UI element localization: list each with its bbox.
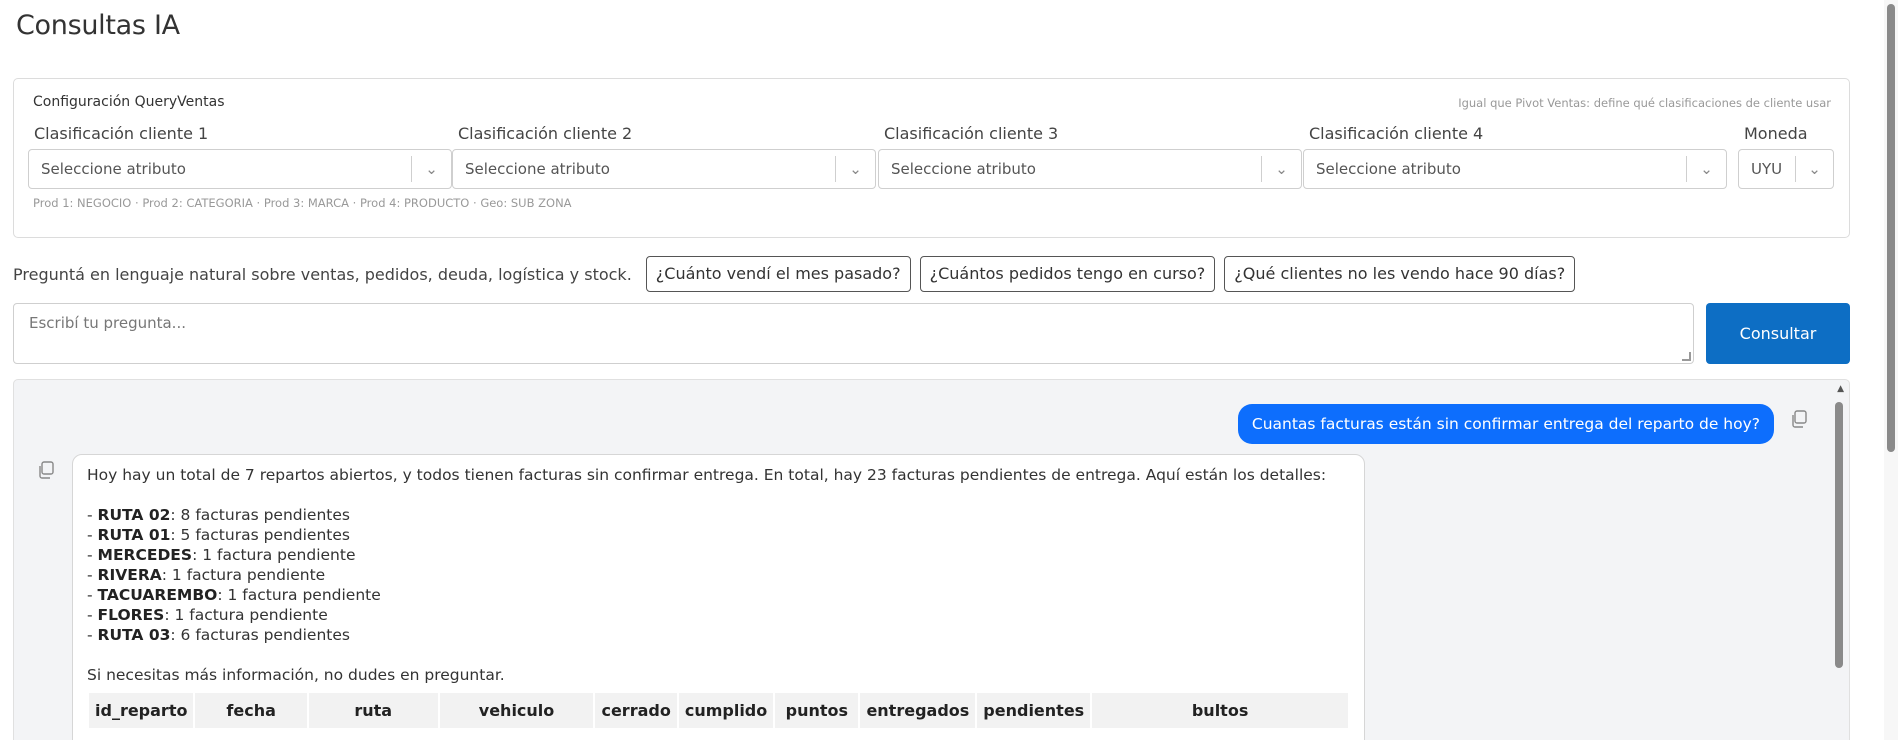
bot-outro: Si necesitas más información, no dudes e… <box>87 666 505 684</box>
suggestion-button-2[interactable]: ¿Cuántos pedidos tengo en curso? <box>919 256 1216 292</box>
clasificacion-4-select[interactable]: Seleccione atributo ⌄ <box>1303 149 1727 189</box>
config-title: Configuración QueryVentas <box>33 94 225 110</box>
prompt-intro: Preguntá en lenguaje natural sobre venta… <box>13 264 632 284</box>
clasificacion-1-select[interactable]: Seleccione atributo ⌄ <box>28 149 452 189</box>
field-label: Moneda <box>1744 124 1808 143</box>
select-value: Seleccione atributo <box>41 160 186 178</box>
chat-scrollbar[interactable] <box>1835 402 1843 668</box>
scroll-up-icon[interactable]: ▲ <box>1837 384 1844 394</box>
resize-handle-icon[interactable] <box>1682 352 1691 361</box>
chat-panel: Cuantas facturas están sin confirmar ent… <box>13 379 1850 740</box>
clasificacion-3-select[interactable]: Seleccione atributo ⌄ <box>878 149 1302 189</box>
config-footer: Prod 1: NEGOCIO · Prod 2: CATEGORIA · Pr… <box>33 196 572 210</box>
field-clasificacion-1: Clasificación cliente 1 Seleccione atrib… <box>28 123 452 189</box>
select-value: Seleccione atributo <box>891 160 1036 178</box>
list-item: - MERCEDES: 1 factura pendiente <box>87 546 356 564</box>
field-label: Clasificación cliente 1 <box>34 124 209 143</box>
copy-icon[interactable] <box>1789 409 1809 429</box>
config-card: Configuración QueryVentas Igual que Pivo… <box>13 78 1850 238</box>
list-item: - RUTA 02: 8 facturas pendientes <box>87 506 350 524</box>
question-input[interactable]: Escribí tu pregunta... <box>13 303 1694 364</box>
suggestion-button-1[interactable]: ¿Cuánto vendí el mes pasado? <box>645 256 911 292</box>
table-header-cell[interactable]: fecha <box>195 693 307 728</box>
table-header-cell[interactable]: entregados <box>860 693 976 728</box>
question-placeholder: Escribí tu pregunta... <box>29 314 186 332</box>
select-value: Seleccione atributo <box>1316 160 1461 178</box>
table-header-row: id_reparto fecha ruta vehiculo cerrado c… <box>89 693 1348 728</box>
chevron-down-icon: ⌄ <box>411 156 451 182</box>
field-moneda: Moneda UYU ⌄ <box>1738 123 1834 189</box>
field-label: Clasificación cliente 3 <box>884 124 1059 143</box>
table-header-cell[interactable]: bultos <box>1092 693 1348 728</box>
clasificacion-2-select[interactable]: Seleccione atributo ⌄ <box>452 149 876 189</box>
select-value: Seleccione atributo <box>465 160 610 178</box>
copy-icon[interactable] <box>36 460 56 480</box>
list-item: - RUTA 01: 5 facturas pendientes <box>87 526 350 544</box>
result-table: id_reparto fecha ruta vehiculo cerrado c… <box>87 693 1350 728</box>
field-label: Clasificación cliente 2 <box>458 124 633 143</box>
chevron-down-icon: ⌄ <box>835 156 875 182</box>
page-scrollbar[interactable] <box>1887 4 1895 452</box>
table-header-cell[interactable]: puntos <box>775 693 859 728</box>
bot-intro: Hoy hay un total de 7 repartos abiertos,… <box>87 466 1327 484</box>
page-scrollbar-track <box>1884 0 1898 740</box>
chevron-down-icon: ⌄ <box>1686 156 1726 182</box>
chevron-down-icon: ⌄ <box>1795 156 1833 182</box>
table-header-cell[interactable]: pendientes <box>977 693 1091 728</box>
bot-message: Hoy hay un total de 7 repartos abiertos,… <box>72 454 1365 740</box>
prompt-line: Preguntá en lenguaje natural sobre venta… <box>13 256 1584 292</box>
table-header-cell[interactable]: cerrado <box>595 693 677 728</box>
moneda-select[interactable]: UYU ⌄ <box>1738 149 1834 189</box>
suggestion-button-3[interactable]: ¿Qué clientes no les vendo hace 90 días? <box>1224 256 1576 292</box>
field-label: Clasificación cliente 4 <box>1309 124 1484 143</box>
field-clasificacion-2: Clasificación cliente 2 Seleccione atrib… <box>452 123 876 189</box>
table-header-cell[interactable]: ruta <box>308 693 438 728</box>
field-clasificacion-3: Clasificación cliente 3 Seleccione atrib… <box>878 123 1302 189</box>
user-message: Cuantas facturas están sin confirmar ent… <box>1237 404 1774 444</box>
list-item: - TACUAREMBO: 1 factura pendiente <box>87 586 381 604</box>
table-header-cell[interactable]: id_reparto <box>89 693 194 728</box>
list-item: - RIVERA: 1 factura pendiente <box>87 566 326 584</box>
config-hint: Igual que Pivot Ventas: define qué clasi… <box>1458 96 1831 110</box>
page-title: Consultas IA <box>16 10 180 41</box>
select-value: UYU <box>1751 160 1783 178</box>
table-header-cell[interactable]: vehiculo <box>439 693 594 728</box>
list-item: - FLORES: 1 factura pendiente <box>87 606 328 624</box>
chevron-down-icon: ⌄ <box>1261 156 1301 182</box>
consultar-button[interactable]: Consultar <box>1706 303 1850 364</box>
table-header-cell[interactable]: cumplido <box>678 693 774 728</box>
list-item: - RUTA 03: 6 facturas pendientes <box>87 626 350 644</box>
field-clasificacion-4: Clasificación cliente 4 Seleccione atrib… <box>1303 123 1727 189</box>
